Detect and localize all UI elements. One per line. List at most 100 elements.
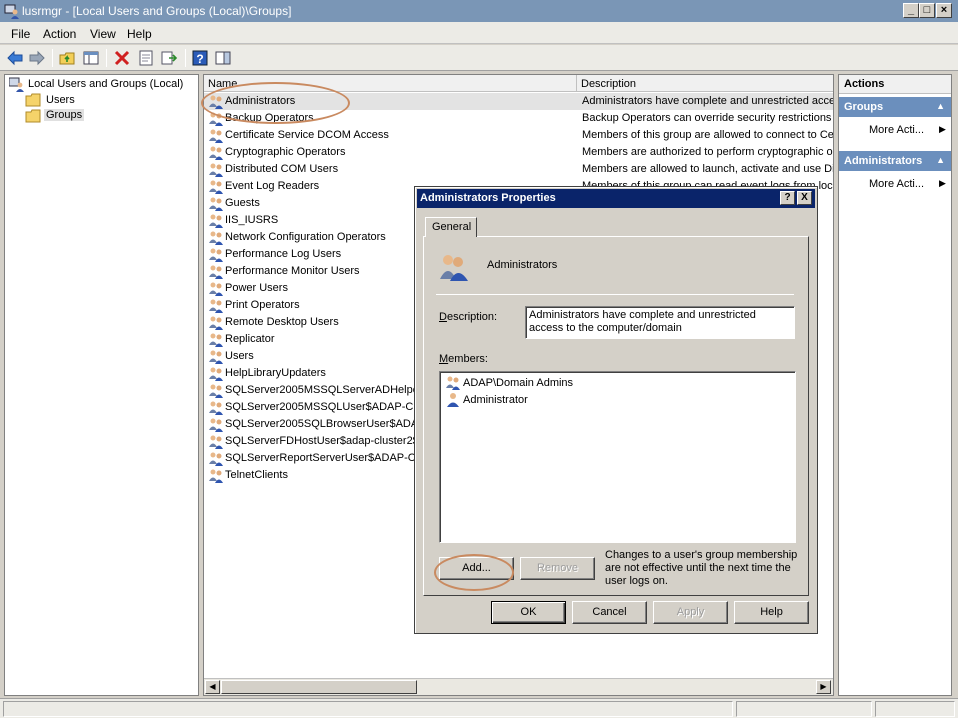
dialog-help-button[interactable]: ? [780,191,795,205]
action-more-actions-label: More Acti... [869,124,925,136]
group-description-cell: Members are allowed to launch, activate … [582,163,834,175]
horizontal-scrollbar[interactable]: ◀ ▶ [204,678,833,695]
menu-view[interactable]: View [90,27,116,41]
collapse-up-icon[interactable]: ▲ [936,155,945,165]
table-row[interactable]: Administrators Administrators have comple… [204,93,834,110]
group-users-icon [440,255,468,281]
show-action-pane-icon[interactable] [214,49,232,67]
group-icon [208,145,224,160]
action-more-actions-label: More Acti... [869,178,925,190]
description-field[interactable]: Administrators have complete and unrestr… [525,306,795,339]
group-name-cell: Remote Desktop Users [225,316,339,328]
maximize-button[interactable]: □ [919,3,935,18]
help-button[interactable]: Help [734,601,809,624]
group-icon [208,179,224,194]
scroll-left-arrow[interactable]: ◀ [205,680,220,694]
group-description-cell: Administrators have complete and unrestr… [582,95,834,107]
group-icon [208,383,224,398]
group-name-cell: Performance Log Users [225,248,342,260]
ok-button[interactable]: OK [491,601,566,624]
group-icon [208,111,224,126]
group-name-cell: Backup Operators [225,112,314,124]
action-more-actions-administrators[interactable]: More Acti... ▶ [869,178,946,190]
tree-root-label: Local Users and Groups (Local) [28,78,184,90]
members-list[interactable]: ADAP\Domain Admins Administrator [439,371,796,543]
add-button[interactable]: Add... [439,557,514,580]
group-name-cell: SQLServer2005SQLBrowserUser$ADAP- [225,418,430,430]
up-folder-icon[interactable] [58,49,76,67]
table-row[interactable]: Backup Operators Backup Operators can ove… [204,110,833,127]
computer-users-icon [4,4,19,19]
group-icon [208,400,224,415]
tab-general[interactable]: General [425,217,477,237]
status-cell-main [3,701,733,717]
action-more-actions-groups[interactable]: More Acti... ▶ [869,124,946,136]
group-description-cell: Members are authorized to perform crypto… [582,146,834,158]
group-icon [208,417,224,432]
group-name-cell: Certificate Service DCOM Access [225,129,389,141]
group-icon [208,281,224,296]
group-icon [208,247,224,262]
group-icon [208,128,224,143]
dialog-close-button[interactable]: X [797,191,812,205]
remove-button[interactable]: Remove [520,557,595,580]
folder-icon [25,93,41,107]
close-button[interactable]: × [936,3,952,18]
delete-icon[interactable] [113,49,131,67]
actions-section-administrators[interactable]: Administrators ▲ [839,151,951,171]
forward-arrow-icon[interactable] [28,49,46,67]
group-name-cell: TelnetClients [225,469,288,481]
table-row[interactable]: Distributed COM Users Members are allowed… [204,161,834,178]
apply-button[interactable]: Apply [653,601,728,624]
submenu-arrow-icon: ▶ [939,178,946,188]
column-header-description[interactable]: Description [577,75,833,92]
window-titlebar: lusrmgr - [Local Users and Groups (Local… [0,0,958,22]
scroll-right-arrow[interactable]: ▶ [816,680,831,694]
export-icon[interactable] [160,49,178,67]
toolbar-separator [52,49,53,67]
show-tree-icon[interactable] [82,49,100,67]
separator-line [436,294,794,295]
scroll-thumb[interactable] [221,680,417,694]
group-icon [208,434,224,449]
dialog-title: Administrators Properties [420,192,556,204]
group-icon [208,468,224,483]
properties-icon[interactable] [137,49,155,67]
minimize-button[interactable]: _ [903,3,919,18]
group-name-cell: Users [225,350,254,362]
group-name-label: Administrators [487,259,558,271]
administrators-properties-dialog: Administrators Properties ? X General Ad… [414,186,818,634]
collapse-up-icon[interactable]: ▲ [936,101,945,111]
menu-bar: File Action View Help [0,22,958,44]
table-row[interactable]: Certificate Service DCOM Access Members o… [204,127,833,144]
menu-help[interactable]: Help [127,27,152,41]
actions-pane: Actions Groups ▲ More Acti... ▶ Administ… [838,74,952,696]
dialog-titlebar: Administrators Properties ? X [417,189,815,208]
group-name-cell: Power Users [225,282,288,294]
actions-title: Actions [839,75,951,94]
column-header-name[interactable]: Name [204,75,577,92]
table-row[interactable]: Cryptographic Operators Members are autho… [204,144,834,161]
group-name-cell: Distributed COM Users [225,163,339,175]
group-icon [208,349,224,364]
back-arrow-icon[interactable] [6,49,24,67]
actions-section-administrators-label: Administrators [844,155,923,167]
group-icon [208,162,224,177]
status-cell-3 [875,701,955,717]
actions-section-groups[interactable]: Groups ▲ [839,97,951,117]
group-name-cell: Print Operators [225,299,300,311]
group-icon [208,451,224,466]
group-name-cell: Network Configuration Operators [225,231,386,243]
group-icon [208,196,224,211]
group-icon [208,264,224,279]
menu-file[interactable]: File [11,27,30,41]
group-icon [208,315,224,330]
member-name: ADAP\Domain Admins [463,377,574,389]
help-icon[interactable]: ? [191,49,209,67]
group-icon [208,213,224,228]
folder-icon [25,109,41,123]
toolbar-separator [185,49,186,67]
cancel-button[interactable]: Cancel [572,601,647,624]
menu-action[interactable]: Action [43,27,76,41]
user-icon [447,393,459,407]
